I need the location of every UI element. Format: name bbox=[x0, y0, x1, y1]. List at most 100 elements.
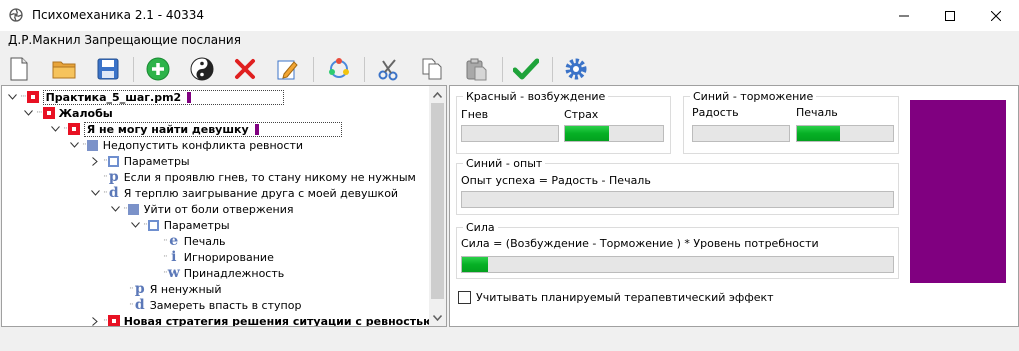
maximize-icon bbox=[945, 10, 955, 21]
apply-button[interactable] bbox=[511, 54, 541, 84]
tree-item-label: Параметры bbox=[163, 218, 230, 232]
tree-item-complaints[interactable]: ··· Жалобы bbox=[22, 105, 113, 121]
tree-connector: ·· bbox=[103, 172, 108, 182]
expand-arrow-icon[interactable] bbox=[89, 155, 101, 167]
red-node-icon bbox=[26, 91, 39, 103]
collapse-arrow-icon[interactable] bbox=[49, 123, 61, 135]
red-node-icon bbox=[67, 123, 80, 135]
document-subtitle: Д.Р.Макнил Запрещающие послания bbox=[8, 33, 241, 47]
scroll-up-button[interactable] bbox=[429, 86, 446, 103]
tree-connector: ··· bbox=[20, 92, 27, 102]
tree-item-label: Уйти от боли отвержения bbox=[143, 202, 294, 216]
red-excitation-group: Красный - возбуждение Гнев Страх bbox=[456, 90, 671, 154]
tree-item-i-leaf[interactable]: ·· i Игнорирование bbox=[149, 249, 274, 265]
yin-yang-icon bbox=[190, 57, 214, 81]
new-file-button[interactable] bbox=[4, 54, 34, 84]
tree-item-d2-leaf[interactable]: ·· d Замереть впасть в ступор bbox=[123, 297, 301, 313]
parameters-icon bbox=[107, 155, 119, 167]
blue-inhibition-group: Синий - торможение Радость Печаль bbox=[683, 90, 899, 154]
delete-button[interactable] bbox=[230, 54, 260, 84]
progress-fill bbox=[565, 126, 610, 141]
delete-icon bbox=[235, 59, 255, 79]
tree-item-d-node[interactable]: ·· d Я терплю заигрывание друга с моей д… bbox=[89, 185, 398, 201]
tree-connector: ·· bbox=[129, 284, 134, 294]
copy-icon bbox=[422, 58, 442, 80]
edit-button[interactable] bbox=[272, 54, 302, 84]
close-button[interactable] bbox=[973, 0, 1019, 31]
tree-view[interactable]: ··· Практика_5_шаг.pm2 ··· Жалобы ·· Я н… bbox=[1, 85, 447, 327]
parameters-icon bbox=[147, 219, 159, 231]
collapse-arrow-icon[interactable] bbox=[89, 187, 101, 199]
tree-item-e-leaf[interactable]: ·· e Печаль bbox=[149, 233, 226, 249]
add-button[interactable] bbox=[143, 54, 173, 84]
toolbar-separator bbox=[313, 57, 314, 82]
red-node-icon bbox=[107, 315, 120, 326]
apply-icon bbox=[513, 58, 539, 80]
maximize-button[interactable] bbox=[927, 0, 973, 31]
tree-item-root[interactable]: ··· Практика_5_шаг.pm2 bbox=[6, 89, 285, 105]
collapse-arrow-icon[interactable] bbox=[109, 203, 121, 215]
open-folder-icon bbox=[52, 61, 76, 79]
strength-formula: Сила = (Возбуждение - Торможение ) * Уро… bbox=[461, 237, 819, 250]
tree-connector: ·· bbox=[129, 300, 134, 310]
tree-item-label: Я ненужный bbox=[149, 282, 222, 296]
fear-bar bbox=[564, 125, 664, 142]
tree-item-label: Замереть впасть в ступор bbox=[149, 298, 302, 312]
cut-icon bbox=[378, 59, 398, 81]
sadness-bar bbox=[796, 125, 894, 142]
tree-connector: ·· bbox=[163, 236, 168, 246]
tree-item-problem[interactable]: ·· Я не могу найти девушку bbox=[49, 121, 342, 137]
collapse-arrow-icon[interactable] bbox=[129, 219, 141, 231]
yin-yang-button[interactable] bbox=[187, 54, 217, 84]
blue-experience-group: Синий - опыт Опыт успеха = Радость - Печ… bbox=[456, 157, 899, 215]
scroll-thumb[interactable] bbox=[431, 103, 444, 299]
tree-item-p-leaf[interactable]: ·· p Если я проявлю гнев, то стану ником… bbox=[89, 169, 416, 185]
letter-w-icon: w bbox=[167, 265, 180, 281]
minimize-icon bbox=[899, 15, 909, 16]
tree-item-avoid[interactable]: ·· Уйти от боли отвержения bbox=[109, 201, 293, 217]
scroll-down-button[interactable] bbox=[429, 309, 446, 326]
sadness-label: Печаль bbox=[796, 106, 838, 119]
paste-button[interactable] bbox=[461, 54, 491, 84]
collapse-arrow-icon[interactable] bbox=[6, 91, 18, 103]
save-icon bbox=[97, 58, 119, 80]
collapse-arrow-icon[interactable] bbox=[22, 107, 34, 119]
therapeutic-effect-label[interactable]: Учитывать планируемый терапевтический эф… bbox=[476, 291, 774, 304]
open-folder-button[interactable] bbox=[49, 54, 79, 84]
group-title: Красный - возбуждение bbox=[463, 90, 609, 103]
fear-label: Страх bbox=[564, 108, 599, 121]
analysis-panel: Красный - возбуждение Гнев Страх Синий -… bbox=[449, 85, 1019, 327]
cut-button[interactable] bbox=[374, 54, 404, 84]
tree-connector: ·· bbox=[103, 316, 108, 326]
therapeutic-effect-checkbox[interactable] bbox=[458, 291, 471, 304]
tree-item-node1[interactable]: ·· Недопустить конфликта ревности bbox=[68, 137, 303, 153]
settings-button[interactable] bbox=[561, 54, 591, 84]
tree-item-p2-leaf[interactable]: ·· p Я ненужный bbox=[123, 281, 221, 297]
minimize-button[interactable] bbox=[881, 0, 927, 31]
tree-connector: ·· bbox=[103, 188, 108, 198]
color-swatch bbox=[910, 100, 1006, 283]
tree-item-new-strategy[interactable]: ·· Новая стратегия решения ситуации с ре… bbox=[89, 313, 434, 327]
copy-button[interactable] bbox=[417, 54, 447, 84]
app-logo-icon bbox=[9, 8, 23, 22]
tree-item-w-leaf[interactable]: ·· w Принадлежность bbox=[149, 265, 284, 281]
tree-connector: ·· bbox=[163, 252, 168, 262]
tree-item-params2[interactable]: ·· Параметры bbox=[129, 217, 230, 233]
save-button[interactable] bbox=[93, 54, 123, 84]
progress-fill bbox=[797, 126, 841, 141]
tree-item-label: Новая стратегия решения ситуации с ревно… bbox=[123, 314, 434, 327]
refresh-icon bbox=[329, 58, 349, 78]
paste-icon bbox=[466, 58, 487, 81]
collapse-arrow-icon[interactable] bbox=[68, 139, 80, 151]
letter-p-icon: p bbox=[108, 169, 119, 185]
app-window: Психомеханика 2.1 - 40334 Д.Р.Макнил Зап… bbox=[0, 0, 1019, 351]
toolbar-separator bbox=[502, 57, 503, 82]
refresh-button[interactable] bbox=[324, 54, 354, 84]
tree-connector: ·· bbox=[63, 124, 68, 134]
experience-bar bbox=[461, 191, 894, 208]
tree-scrollbar[interactable] bbox=[429, 86, 446, 326]
expand-arrow-icon[interactable] bbox=[89, 315, 101, 326]
tree-item-params1[interactable]: ·· Параметры bbox=[89, 153, 190, 169]
purple-marker bbox=[187, 92, 192, 103]
anger-label: Гнев bbox=[461, 108, 489, 121]
